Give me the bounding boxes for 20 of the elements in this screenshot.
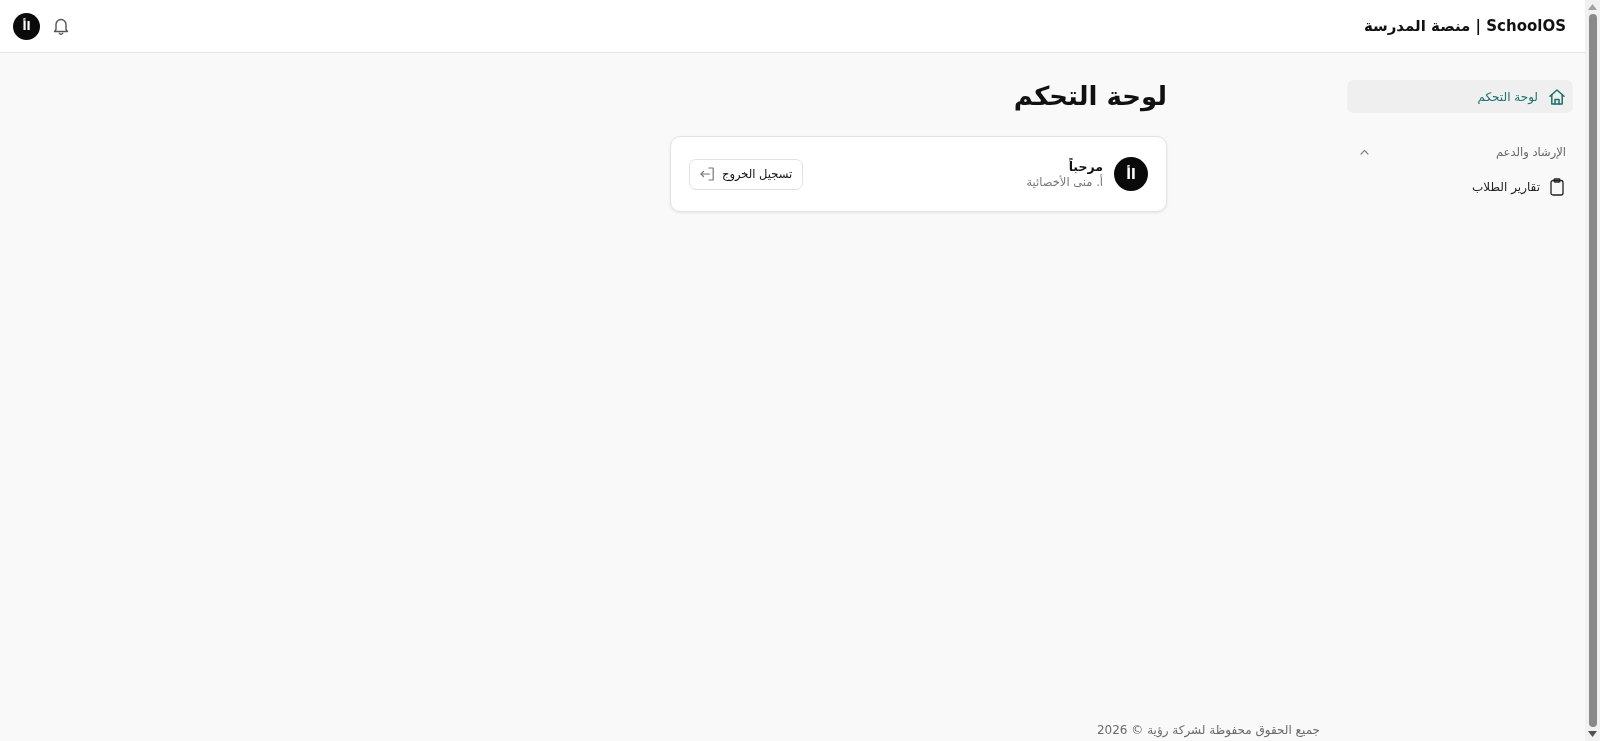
sidebar-item[interactable]: تقارير الطلاب xyxy=(1347,170,1573,203)
clipboard-icon xyxy=(1550,177,1564,196)
user-avatar[interactable]: اأ xyxy=(13,12,40,40)
sidebar-item[interactable]: لوحة التحكم xyxy=(1347,80,1573,113)
sidebar-section-toggle[interactable]: الإرشاد والدعم xyxy=(1347,140,1573,164)
brand-title: SchoolOS | منصة المدرسة xyxy=(1363,17,1566,35)
user-avatar: اأ xyxy=(1114,157,1148,191)
notifications-button[interactable] xyxy=(53,17,69,35)
page-title: لوحة التحكم xyxy=(1012,80,1167,114)
scroll-up-icon xyxy=(1588,4,1597,10)
user-name: أ. منى الأخصائية xyxy=(1026,175,1103,189)
scrollbar-thumb[interactable] xyxy=(1588,14,1597,727)
greeting-text: مرحباً xyxy=(1067,159,1103,174)
logout-icon xyxy=(700,167,715,181)
scroll-down-icon xyxy=(1588,731,1597,737)
bell-icon xyxy=(53,17,69,35)
copyright-text: جميع الحقوق محفوظة لشركة رؤية © 2026 xyxy=(1096,723,1320,737)
scrollbar[interactable] xyxy=(1585,0,1600,741)
home-icon xyxy=(1548,87,1566,106)
logout-button[interactable]: تسجيل الخروج xyxy=(689,158,804,190)
